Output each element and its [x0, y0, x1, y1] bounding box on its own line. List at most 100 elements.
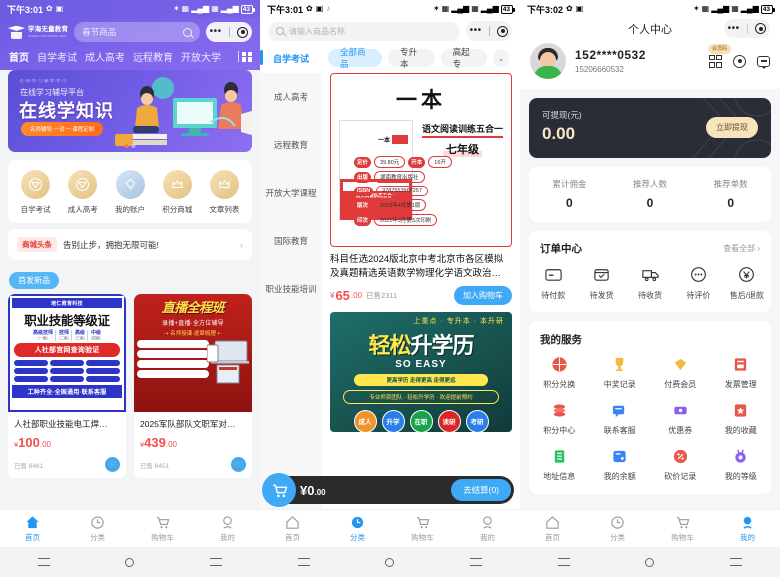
filter-chip-0[interactable]: 全部商品	[328, 47, 383, 69]
avatar[interactable]	[530, 43, 566, 79]
home-button-icon[interactable]	[125, 557, 135, 567]
tab-home[interactable]: 首页	[0, 510, 65, 547]
nav-item-4[interactable]: 开放大学	[181, 49, 221, 64]
nav-item-2[interactable]: 成人高考	[85, 49, 125, 64]
spec-value: 9787553967257	[376, 186, 428, 196]
order-item-review[interactable]: 待评价	[674, 265, 722, 301]
service-item-balance[interactable]: 我的余额	[590, 447, 651, 482]
quick-action-2[interactable]: 我的账户	[106, 170, 153, 215]
close-miniprogram-icon[interactable]	[237, 26, 249, 38]
recents-button-icon[interactable]	[37, 558, 50, 566]
quick-action-1[interactable]: 成人高考	[59, 170, 106, 215]
tab-home[interactable]: 首页	[520, 510, 585, 547]
tab-cart[interactable]: 购物车	[650, 510, 715, 547]
nav-item-3[interactable]: 远程教育	[133, 49, 173, 64]
service-item-address[interactable]: 地址信息	[529, 447, 590, 482]
book-poster[interactable]: 一本 语文阅读训练五合一 七年级 一本 语文阅读训练五合一 定价 39.80元 …	[330, 73, 512, 247]
withdraw-button[interactable]: 立即提现	[706, 117, 758, 138]
orders-view-all[interactable]: 查看全部 ›	[723, 243, 760, 254]
poster-col-sub: (四级)	[91, 336, 101, 341]
checkout-button[interactable]: 去结算(0)	[451, 479, 511, 501]
tab-cart[interactable]: 购物车	[390, 510, 455, 547]
order-item-receive[interactable]: 待收货	[626, 265, 674, 301]
qr-code-icon[interactable]	[709, 54, 722, 68]
tab-category[interactable]: 分类	[585, 510, 650, 547]
nav-item-1[interactable]: 自学考试	[37, 49, 77, 64]
service-item-points-exchange[interactable]: 积分兑换	[529, 355, 590, 390]
search-input[interactable]: 春节商品	[74, 22, 200, 42]
three-phone-screenshots: 下午3:01 ✿ ▣ ✶ ▦ ▂▄▆ ▦ ▂▄▆ 43 学海无量教育 XUEHA…	[0, 0, 780, 577]
chevron-down-icon[interactable]: ⌄	[493, 49, 509, 67]
back-button-icon[interactable]	[210, 558, 223, 566]
wifi-signal-icon-2: ▦	[471, 4, 479, 13]
cart-icon[interactable]	[262, 473, 296, 507]
promo-pill-1: 升学	[381, 409, 405, 432]
filter-chip-1[interactable]: 专升本	[388, 47, 435, 69]
add-to-cart-icon[interactable]: 🛒	[231, 457, 246, 472]
nav-item-0[interactable]: 首页	[9, 49, 29, 64]
order-item-ship[interactable]: 待发货	[577, 265, 625, 301]
tab-category[interactable]: 分类	[65, 510, 130, 547]
sidebar-item-4[interactable]: 职业技能培训	[260, 265, 322, 313]
tab-home[interactable]: 首页	[260, 510, 325, 547]
grid-menu-icon[interactable]	[242, 51, 252, 62]
order-item-pay[interactable]: 待付款	[529, 265, 577, 301]
sidebar-item-3[interactable]: 国际教育	[260, 217, 322, 265]
notice-bar[interactable]: 商城头条 告别止步，拥抱无限可能! ›	[8, 229, 252, 260]
wechat-capsule[interactable]: •••	[466, 21, 512, 41]
music-icon: ♪	[326, 4, 331, 13]
filter-chip-2[interactable]: 高起专	[440, 47, 488, 69]
discount-icon	[671, 447, 689, 465]
quick-action-label: 积分商城	[162, 205, 193, 214]
close-miniprogram-icon[interactable]	[497, 25, 509, 37]
service-item-points-center[interactable]: 积分中心	[529, 401, 590, 436]
message-icon[interactable]	[757, 55, 770, 69]
back-button-icon[interactable]	[730, 558, 743, 566]
product-card[interactable]: 直播全程班 录播+直播·全方位辅导 ⇢ 名师授课·逐章梳理 ⇠ 2025军队部队…	[134, 294, 252, 478]
tab-profile[interactable]: 我的	[715, 510, 780, 547]
quick-action-4[interactable]: 文章列表	[201, 170, 248, 215]
close-miniprogram-icon[interactable]	[755, 23, 767, 34]
service-item-invoice[interactable]: 发票管理	[711, 355, 772, 390]
sidebar-item-2[interactable]: 开放大学课程	[260, 169, 322, 217]
product-card[interactable]: 培仁教育科技 职业技能等级证 高级技师 (一级) 技师 (二级) 高级 (三级) 中级…	[8, 294, 126, 478]
tab-profile[interactable]: 我的	[455, 510, 520, 547]
quick-action-0[interactable]: 自学考试	[12, 170, 59, 215]
service-item-bargain[interactable]: 砍价记录	[650, 447, 711, 482]
service-label: 积分中心	[543, 426, 576, 435]
promo-pill-2: 在职	[409, 409, 433, 432]
service-item-level[interactable]: 我的等级	[711, 447, 772, 482]
sidebar-item-1[interactable]: 远程教育	[260, 121, 322, 169]
nav-overflow[interactable]	[237, 51, 252, 62]
tab-cart[interactable]: 购物车	[130, 510, 195, 547]
order-item-refund[interactable]: 售后/退款	[723, 265, 771, 301]
settings-icon[interactable]	[733, 54, 746, 68]
service-item-prize-records[interactable]: 中奖记录	[590, 355, 651, 390]
back-button-icon[interactable]	[470, 558, 483, 566]
service-item-coupon[interactable]: 优惠券	[650, 401, 711, 436]
tab-profile[interactable]: 我的	[195, 510, 260, 547]
promo-banner[interactable]: 上重点 · 专升本 · 本升研 轻松升学历 SO EASY 更高学历 走得更高 …	[330, 311, 512, 432]
chevron-right-icon[interactable]: ›	[240, 240, 243, 250]
tab-category[interactable]: 分类	[325, 510, 390, 547]
add-to-cart-button[interactable]: 加入购物车	[454, 285, 512, 305]
spec-key: 出版	[354, 171, 372, 183]
home-button-icon[interactable]	[385, 557, 395, 567]
home-button-icon[interactable]	[645, 557, 655, 567]
spec-key: 定价	[354, 156, 372, 168]
quick-action-3[interactable]: 积分商城	[154, 170, 201, 215]
search-icon[interactable]	[183, 27, 192, 37]
service-item-support[interactable]: 联系客服	[590, 401, 651, 436]
hero-banner[interactable]: 在/线/学/习/辅/导/学/习 在线学习辅导平台 在线学知识 名师辅导·一对一·…	[8, 70, 252, 152]
recents-button-icon[interactable]	[557, 558, 570, 566]
search-input[interactable]: 请输入商品名称	[268, 21, 460, 41]
wechat-capsule[interactable]: •••	[724, 19, 770, 38]
service-item-favorites[interactable]: 我的收藏	[711, 401, 772, 436]
service-item-paid-member[interactable]: 付费会员	[650, 355, 711, 390]
banner-pagination[interactable]	[124, 144, 136, 148]
wechat-capsule[interactable]: •••	[206, 22, 252, 42]
recents-button-icon[interactable]	[297, 558, 310, 566]
sidebar-item-0[interactable]: 成人高考	[260, 73, 322, 121]
tab-label: 首页	[545, 532, 560, 542]
add-to-cart-icon[interactable]: 🛒	[105, 457, 120, 472]
